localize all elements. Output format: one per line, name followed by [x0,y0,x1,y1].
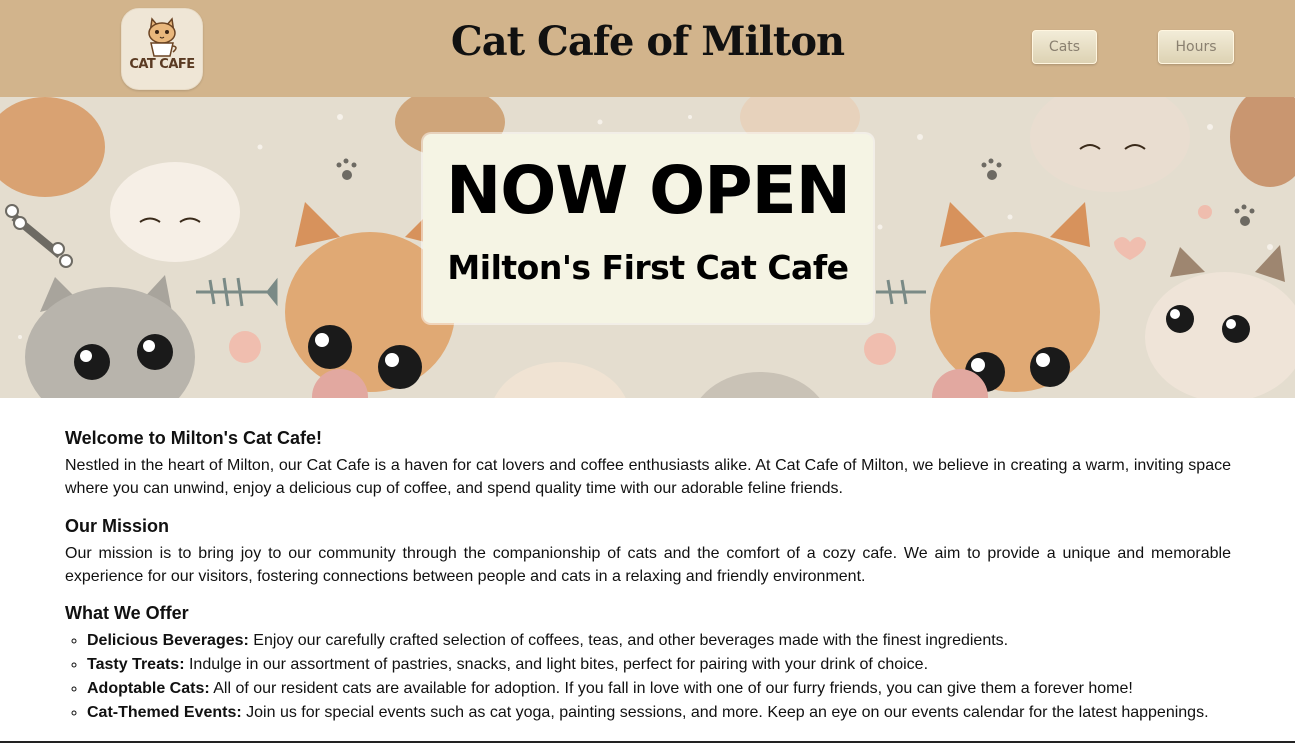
banner-subheadline: Milton's First Cat Cafe [447,248,849,287]
offer-heading: What We Offer [65,603,189,623]
offer-item-text: Join us for special events such as cat y… [241,704,1209,721]
offer-list: Delicious Beverages: Enjoy our carefully… [65,629,1231,725]
offer-item-title: Adoptable Cats: [87,680,210,697]
banner-headline: NOW OPEN [446,152,851,229]
site-header: CAT CAFE Cat Cafe of Milton Cats Hours [0,0,1295,97]
offer-item-text: All of our resident cats are available f… [209,680,1133,697]
offer-item-title: Delicious Beverages: [87,632,249,649]
offer-item-text: Enjoy our carefully crafted selection of… [248,632,1009,649]
nav-cats-button[interactable]: Cats [1032,30,1097,64]
offer-item-text: Indulge in our assortment of pastries, s… [184,656,929,673]
site-title: Cat Cafe of Milton [450,18,845,65]
offer-item-title: Tasty Treats: [87,656,185,673]
welcome-section: Welcome to Milton's Cat Cafe! Nestled in… [65,426,1231,500]
nav-hours-button[interactable]: Hours [1158,30,1234,64]
list-item: Tasty Treats: Indulge in our assortment … [87,653,1231,677]
offer-item-title: Cat-Themed Events: [87,704,242,721]
offer-section: What We Offer Delicious Beverages: Enjoy… [65,601,1231,725]
mission-text: Our mission is to bring joy to our commu… [65,545,1231,585]
mission-heading: Our Mission [65,516,170,536]
welcome-text: Nestled in the heart of Milton, our Cat … [65,457,1231,497]
mission-section: Our Mission Our mission is to bring joy … [65,514,1231,588]
list-item: Adoptable Cats: All of our resident cats… [87,677,1231,701]
list-item: Cat-Themed Events: Join us for special e… [87,701,1231,725]
welcome-heading: Welcome to Milton's Cat Cafe! [65,428,322,448]
now-open-card: NOW OPEN Milton's First Cat Cafe [423,134,873,323]
hero-banner: NOW OPEN Milton's First Cat Cafe [0,97,1295,398]
list-item: Delicious Beverages: Enjoy our carefully… [87,629,1231,653]
